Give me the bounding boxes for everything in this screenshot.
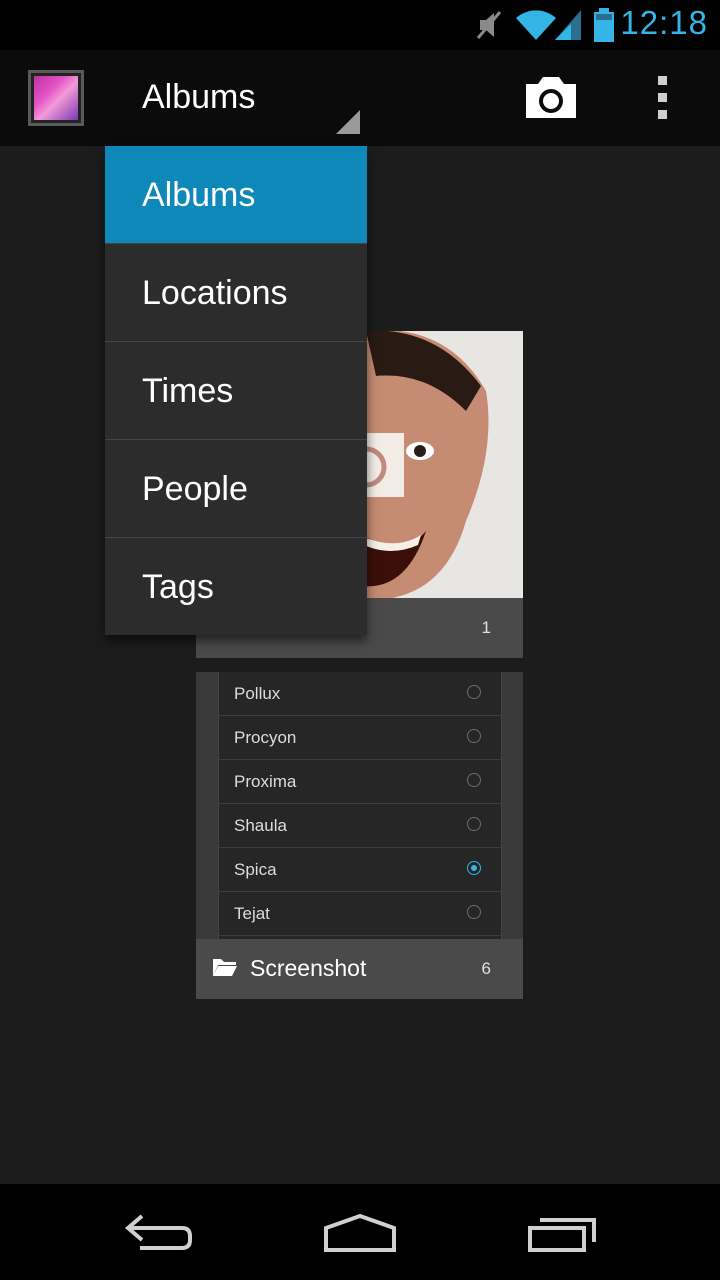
back-icon[interactable]: [120, 1208, 200, 1256]
menu-item-tags[interactable]: Tags: [105, 537, 367, 635]
menu-item-times[interactable]: Times: [105, 341, 367, 439]
view-spinner[interactable]: Albums: [110, 50, 360, 146]
album-screenshot[interactable]: Pollux Procyon Proxima Shaula Spica Teja…: [196, 672, 523, 999]
navigation-bar: [0, 1184, 720, 1280]
status-bar: 12:18: [0, 0, 720, 50]
view-dropdown-menu: Albums Locations Times People Tags: [105, 146, 367, 635]
home-icon[interactable]: [320, 1208, 400, 1256]
menu-item-label: Tags: [142, 568, 214, 606]
album-count: 1: [481, 618, 491, 637]
menu-item-label: Locations: [142, 274, 288, 312]
folder-open-icon: [213, 959, 237, 976]
thumbnail-row-label: Proxima: [234, 772, 297, 791]
thumbnail-row-label: Procyon: [234, 728, 297, 747]
thumbnail-row: Shaula: [219, 804, 501, 848]
radio-icon: [467, 729, 481, 743]
album-count: 6: [481, 959, 491, 978]
thumbnail-row: Proxima: [219, 760, 501, 804]
thumbnail-row: Spica: [219, 848, 501, 892]
overflow-menu-icon[interactable]: [648, 76, 678, 122]
battery-icon: [594, 8, 614, 42]
thumbnail-row: Tejat: [219, 892, 501, 936]
recent-apps-icon[interactable]: [522, 1208, 602, 1256]
camera-icon[interactable]: [522, 72, 580, 124]
spinner-title: Albums: [142, 78, 256, 116]
thumbnail-row-label: Tejat: [234, 904, 270, 923]
clock: 12:18: [620, 4, 708, 41]
radio-icon: [467, 905, 481, 919]
album-thumbnail: Pollux Procyon Proxima Shaula Spica Teja…: [218, 672, 502, 940]
album-name: Screenshot: [250, 955, 367, 981]
menu-item-label: Albums: [142, 176, 256, 214]
menu-item-albums[interactable]: Albums: [105, 146, 367, 243]
mute-icon: [476, 11, 502, 39]
thumbnail-row: Procyon: [219, 716, 501, 760]
action-bar: Albums: [0, 50, 720, 146]
wifi-icon: [516, 10, 556, 40]
signal-icon: [555, 10, 581, 40]
thumbnail-row-label: Pollux: [234, 684, 281, 703]
radio-icon: [467, 817, 481, 831]
menu-item-label: Times: [142, 372, 234, 410]
thumbnail-row-label: Shaula: [234, 816, 287, 835]
radio-selected-icon: [467, 861, 481, 875]
menu-item-people[interactable]: People: [105, 439, 367, 537]
spinner-arrow-icon: [336, 110, 360, 134]
radio-icon: [467, 685, 481, 699]
menu-item-label: People: [142, 470, 248, 508]
thumbnail-row-label: Spica: [234, 860, 277, 879]
thumbnail-row: Pollux: [219, 672, 501, 716]
album-label: Screenshot 6: [196, 939, 523, 999]
menu-item-locations[interactable]: Locations: [105, 243, 367, 341]
gallery-icon[interactable]: [28, 70, 84, 126]
radio-icon: [467, 773, 481, 787]
